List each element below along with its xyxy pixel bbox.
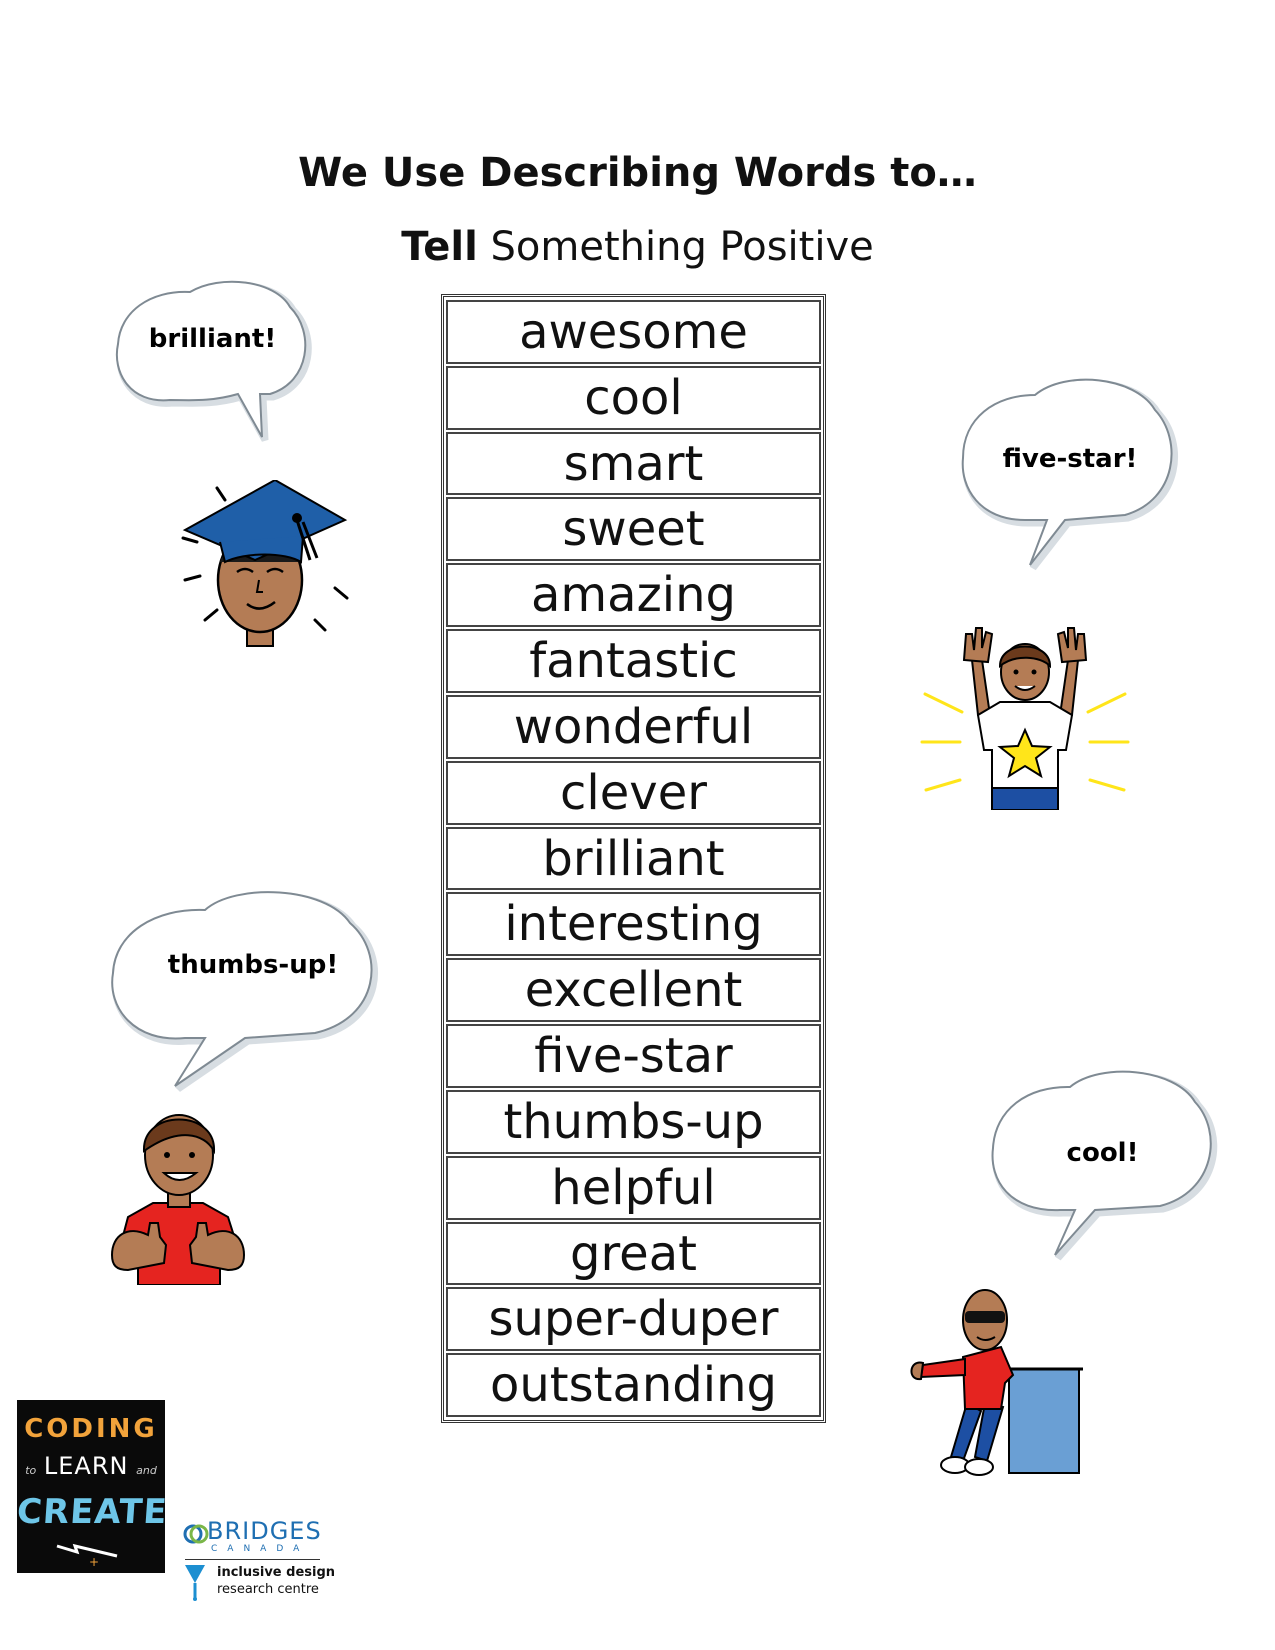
speech-bubble-icon <box>115 280 312 442</box>
cool-boy-icon <box>910 1289 1083 1476</box>
word-row: super-duper <box>446 1287 821 1352</box>
coding-logo-and: and <box>136 1464 157 1477</box>
coding-logo-line1: CODING <box>24 1414 158 1444</box>
speech-bubble-cool: cool! <box>985 1060 1220 1261</box>
word-row: smart <box>446 431 821 496</box>
thumbs-up-boy-icon <box>110 1114 246 1286</box>
speech-bubble-thumbs-up: thumbs-up! <box>105 878 385 1092</box>
coding-logo-line2: to LEARN and <box>17 1452 165 1480</box>
describing-words-table: awesome cool smart sweet amazing fantast… <box>441 294 826 1423</box>
graduate-boy-icon <box>181 478 349 647</box>
speech-bubble-brilliant: brilliant! <box>110 272 315 442</box>
bridges-name: BRIDGES <box>207 1517 322 1545</box>
bubble-text: five-star! <box>1002 444 1138 474</box>
lightning-decoration-icon: + <box>56 1543 118 1568</box>
bubble-text: thumbs-up! <box>167 950 339 980</box>
subtitle-bold: Tell <box>401 224 478 270</box>
word-row: cool <box>446 365 821 430</box>
word-row: brilliant <box>446 826 821 891</box>
word-row: awesome <box>446 300 821 364</box>
bubble-text: brilliant! <box>148 324 277 354</box>
bridges-canada-logo: BRIDGES CANADA <box>183 1515 323 1555</box>
word-row: wonderful <box>446 694 821 759</box>
star-shirt-boy-icon <box>920 627 1130 811</box>
logo-divider <box>185 1559 320 1560</box>
svg-text:+: + <box>89 1555 99 1568</box>
idrc-logo: inclusive design research centre <box>185 1565 335 1605</box>
page-title: We Use Describing Words to… <box>298 150 977 196</box>
word-row: five-star <box>446 1024 821 1088</box>
cool-boy-figure <box>905 1285 1085 1480</box>
coding-to-learn-and-create-logo: CODING to LEARN and CREATE + <box>15 1400 169 1573</box>
coding-logo-to: to <box>25 1464 37 1477</box>
bridges-link-icon <box>183 1524 209 1544</box>
idrc-line1: inclusive design <box>217 1565 336 1580</box>
word-row: great <box>446 1221 821 1286</box>
word-row: helpful <box>446 1155 821 1220</box>
speech-bubble-icon <box>111 891 378 1092</box>
word-row: fantastic <box>446 629 821 693</box>
coding-logo-line3: CREATE <box>15 1492 169 1532</box>
bridges-sub: CANADA <box>211 1544 310 1554</box>
word-row: interesting <box>446 892 821 957</box>
graduate-boy-figure <box>175 478 355 660</box>
star-shirt-boy-figure <box>920 620 1130 811</box>
word-row: amazing <box>446 563 821 628</box>
page-subtitle: Tell Something Positive <box>0 224 1275 270</box>
idrc-line2: research centre <box>217 1582 319 1597</box>
word-row: clever <box>446 760 821 825</box>
thumbs-up-boy-figure <box>108 1105 248 1286</box>
word-row: sweet <box>446 497 821 562</box>
speech-bubble-five-star: five-star! <box>955 370 1185 571</box>
idrc-mark-icon <box>185 1565 205 1601</box>
subtitle-rest: Something Positive <box>490 224 874 270</box>
bubble-text: cool! <box>1066 1138 1139 1168</box>
word-row: thumbs-up <box>446 1089 821 1154</box>
word-row: excellent <box>446 958 821 1023</box>
coding-logo-learn: LEARN <box>43 1452 129 1480</box>
word-row: outstanding <box>446 1353 821 1418</box>
